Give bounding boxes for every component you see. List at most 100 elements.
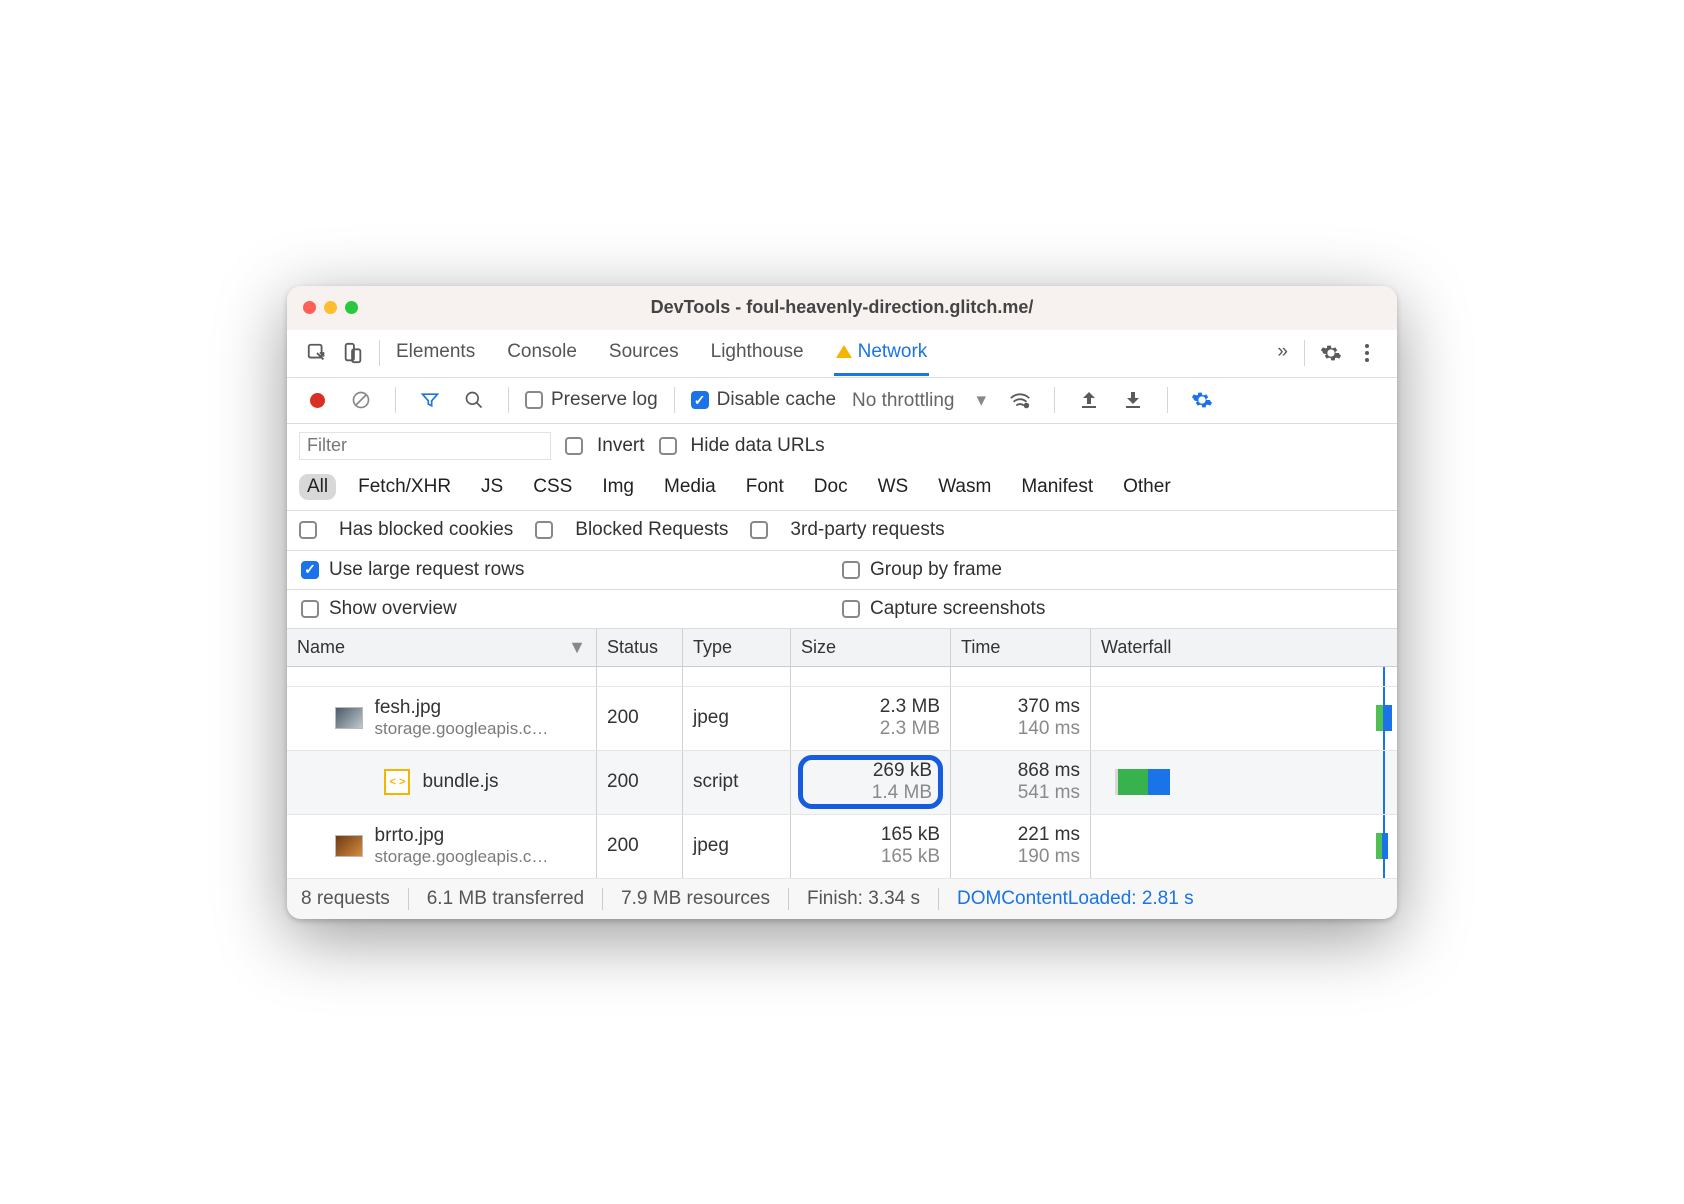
settings-icon[interactable] (1313, 335, 1349, 371)
kebab-menu-icon[interactable] (1349, 335, 1385, 371)
has-blocked-cookies-label: Has blocked cookies (339, 519, 513, 541)
image-thumbnail (335, 707, 363, 729)
filter-icon[interactable] (412, 382, 448, 418)
filter-type-other[interactable]: Other (1115, 474, 1179, 500)
network-conditions-icon[interactable] (1002, 382, 1038, 418)
clear-icon[interactable] (343, 382, 379, 418)
filter-type-css[interactable]: CSS (525, 474, 580, 500)
window-controls (303, 301, 358, 314)
throttling-dropdown[interactable]: No throttling (844, 387, 994, 414)
table-row[interactable]: brrto.jpgstorage.googleapis.c…200jpeg165… (287, 815, 1397, 879)
invert-label: Invert (597, 435, 645, 457)
truncated-row (287, 667, 1397, 687)
footer-transferred: 6.1 MB transferred (427, 888, 584, 910)
filter-type-wasm[interactable]: Wasm (930, 474, 999, 500)
tab-network[interactable]: Network (834, 331, 930, 376)
filter-input[interactable] (299, 432, 551, 460)
filter-type-fetchxhr[interactable]: Fetch/XHR (350, 474, 459, 500)
download-har-icon[interactable] (1115, 382, 1151, 418)
hide-data-urls-label: Hide data URLs (691, 435, 825, 457)
has-blocked-cookies-checkbox[interactable] (299, 521, 317, 539)
filter-type-img[interactable]: Img (594, 474, 642, 500)
titlebar: DevTools - foul-heavenly-direction.glitc… (287, 286, 1397, 330)
network-toolbar: Preserve log ✓ Disable cache No throttli… (287, 378, 1397, 424)
window-title: DevTools - foul-heavenly-direction.glitc… (287, 297, 1397, 318)
cell-waterfall (1091, 687, 1397, 750)
filter-type-js[interactable]: JS (473, 474, 511, 500)
cell-waterfall (1091, 815, 1397, 878)
image-thumbnail (335, 835, 363, 857)
request-name: bundle.js (422, 771, 498, 793)
column-status[interactable]: Status (597, 629, 683, 666)
column-size[interactable]: Size (791, 629, 951, 666)
cell-type: jpeg (683, 687, 791, 750)
invert-checkbox[interactable] (565, 437, 583, 455)
cell-type: jpeg (683, 815, 791, 878)
large-rows-checkbox[interactable]: ✓ (301, 561, 319, 579)
third-party-checkbox[interactable] (750, 521, 768, 539)
minimize-window-button[interactable] (324, 301, 337, 314)
hide-data-urls-checkbox[interactable] (659, 437, 677, 455)
device-toolbar-icon[interactable] (335, 335, 371, 371)
filter-type-font[interactable]: Font (738, 474, 792, 500)
search-icon[interactable] (456, 382, 492, 418)
table-row[interactable]: < >bundle.js200script269 kB1.4 MB868 ms5… (287, 751, 1397, 815)
panel-tabbar: ElementsConsoleSourcesLighthouseNetwork … (287, 330, 1397, 378)
cell-time: 868 ms541 ms (951, 751, 1091, 814)
cell-status: 200 (597, 687, 683, 750)
filter-type-row: All Fetch/XHR JS CSS Img Media Font Doc WS Wasm Ma… (287, 468, 1397, 511)
cell-waterfall (1091, 751, 1397, 814)
filter-type-media[interactable]: Media (656, 474, 724, 500)
size-highlight: 269 kB1.4 MB (798, 755, 943, 809)
script-file-icon: < > (384, 769, 410, 795)
large-rows-label: Use large request rows (329, 559, 524, 581)
view-options-row1: ✓ Use large request rows Group by frame (287, 551, 1397, 590)
cell-size: 2.3 MB2.3 MB (791, 687, 951, 750)
column-waterfall[interactable]: Waterfall (1091, 629, 1397, 666)
preserve-log-label: Preserve log (551, 389, 658, 411)
cell-size: 165 kB165 kB (791, 815, 951, 878)
capture-screenshots-checkbox[interactable] (842, 600, 860, 618)
view-options-row2: Show overview Capture screenshots (287, 590, 1397, 629)
footer-requests: 8 requests (301, 888, 390, 910)
disable-cache-checkbox[interactable]: ✓ (691, 391, 709, 409)
filter-type-manifest[interactable]: Manifest (1013, 474, 1101, 500)
filter-type-ws[interactable]: WS (870, 474, 917, 500)
tab-sources[interactable]: Sources (607, 331, 681, 376)
column-type[interactable]: Type (683, 629, 791, 666)
preserve-log-checkbox[interactable] (525, 391, 543, 409)
close-window-button[interactable] (303, 301, 316, 314)
cell-time: 370 ms140 ms (951, 687, 1091, 750)
more-tabs-button[interactable]: » (1269, 331, 1296, 376)
footer-domcontentloaded: DOMContentLoaded: 2.81 s (957, 888, 1194, 910)
devtools-window: DevTools - foul-heavenly-direction.glitc… (287, 286, 1397, 919)
show-overview-label: Show overview (329, 598, 457, 620)
show-overview-checkbox[interactable] (301, 600, 319, 618)
column-time[interactable]: Time (951, 629, 1091, 666)
capture-screenshots-label: Capture screenshots (870, 598, 1045, 620)
record-button[interactable] (299, 382, 335, 418)
filter-type-all[interactable]: All (299, 474, 336, 500)
network-settings-icon[interactable] (1184, 382, 1220, 418)
group-by-frame-checkbox[interactable] (842, 561, 860, 579)
third-party-label: 3rd-party requests (790, 519, 944, 541)
inspect-element-icon[interactable] (299, 335, 335, 371)
blocked-requests-label: Blocked Requests (575, 519, 728, 541)
status-bar: 8 requests 6.1 MB transferred 7.9 MB res… (287, 879, 1397, 919)
maximize-window-button[interactable] (345, 301, 358, 314)
table-header: Name▼ Status Type Size Time Waterfall (287, 629, 1397, 667)
cell-status: 200 (597, 815, 683, 878)
column-name[interactable]: Name▼ (287, 629, 597, 666)
footer-resources: 7.9 MB resources (621, 888, 770, 910)
cell-status: 200 (597, 751, 683, 814)
footer-finish: Finish: 3.34 s (807, 888, 920, 910)
table-row[interactable]: fesh.jpgstorage.googleapis.c…200jpeg2.3 … (287, 687, 1397, 751)
tab-elements[interactable]: Elements (394, 331, 477, 376)
cell-time: 221 ms190 ms (951, 815, 1091, 878)
upload-har-icon[interactable] (1071, 382, 1107, 418)
disable-cache-label: Disable cache (717, 389, 836, 411)
filter-type-doc[interactable]: Doc (806, 474, 856, 500)
blocked-requests-checkbox[interactable] (535, 521, 553, 539)
tab-console[interactable]: Console (505, 331, 579, 376)
tab-lighthouse[interactable]: Lighthouse (709, 331, 806, 376)
